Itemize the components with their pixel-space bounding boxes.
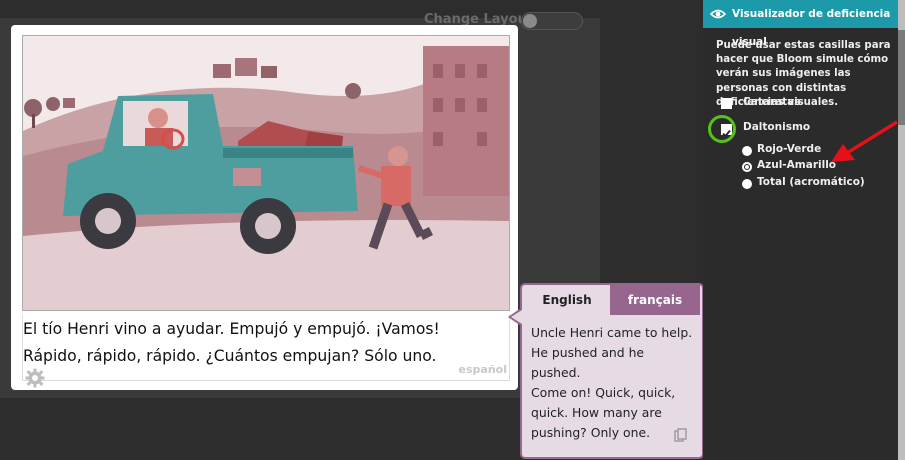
radio-rojo-verde[interactable] <box>742 146 752 156</box>
cataratas-checkbox[interactable] <box>721 98 732 109</box>
gear-icon[interactable] <box>25 368 45 388</box>
cataratas-label: Cataratas <box>743 96 801 108</box>
change-layout-toggle[interactable] <box>521 12 583 30</box>
red-arrow-annotation <box>831 120 898 162</box>
eye-icon <box>710 9 726 19</box>
page-illustration[interactable] <box>22 35 510 311</box>
vernacular-text-box[interactable]: El tío Henri vino a ayudar. Empujó y emp… <box>22 314 510 381</box>
bubble-pointer-inner <box>511 310 522 324</box>
visual-impairment-panel: Visualizador de deficiencia visual Puede… <box>703 0 905 460</box>
copy-icon[interactable] <box>674 428 688 442</box>
tab-english[interactable]: English <box>524 285 610 315</box>
radio-total-acromatico[interactable] <box>742 179 752 189</box>
vernacular-text[interactable]: El tío Henri vino a ayudar. Empujó y emp… <box>23 316 493 370</box>
highlight-circle-annotation <box>708 115 736 143</box>
panel-scrollbar[interactable] <box>898 0 905 460</box>
bubble-source-text: Uncle Henri came to help. He pushed and … <box>531 325 693 440</box>
rojo-verde-label: Rojo-Verde <box>757 143 822 155</box>
radio-azul-amarillo[interactable] <box>742 162 752 172</box>
translation-bubble: English français Uncle Henri came to hel… <box>520 283 704 459</box>
tab-francais[interactable]: français <box>610 285 700 315</box>
daltonismo-label: Daltonismo <box>743 121 811 133</box>
toggle-knob <box>523 14 537 28</box>
language-tag: español <box>458 363 507 376</box>
scrollbar-thumb[interactable] <box>898 30 905 125</box>
book-page: El tío Henri vino a ayudar. Empujó y emp… <box>11 25 518 390</box>
truck-illustration <box>23 36 509 310</box>
total-acromatico-label: Total (acromático) <box>757 176 865 188</box>
panel-header: Visualizador de deficiencia visual <box>703 0 898 48</box>
